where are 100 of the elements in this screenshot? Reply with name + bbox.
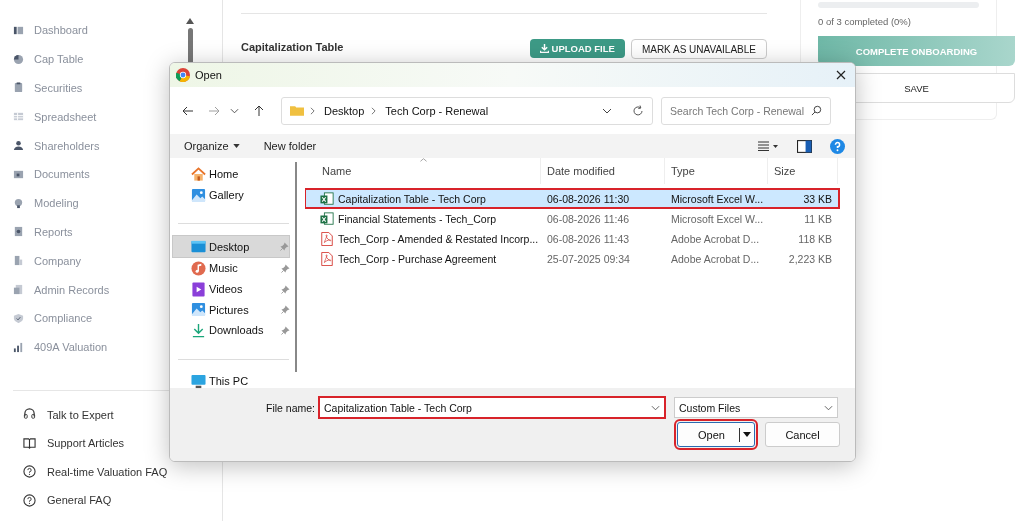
- pin-icon[interactable]: [281, 325, 290, 335]
- file-row[interactable]: Financial Statements - Tech_Corp 06-08-2026 11:46 Microsoft Excel W... 11 KB: [305, 209, 839, 228]
- close-icon[interactable]: [836, 70, 846, 80]
- file-type: Microsoft Excel W...: [671, 212, 764, 225]
- file-name: Capitalization Table - Tech Corp: [338, 192, 486, 205]
- view-list-icon[interactable]: [757, 141, 779, 151]
- file-size: 2,223 KB: [788, 252, 832, 265]
- pin-icon[interactable]: [281, 263, 290, 273]
- date-modified: 25-07-2025 09:34: [547, 252, 630, 265]
- search-icon: [811, 104, 822, 116]
- help-icon[interactable]: [830, 138, 845, 154]
- lightbulb-icon: [13, 197, 24, 209]
- date-modified: 06-08-2026 11:43: [547, 232, 630, 245]
- help-link[interactable]: Real-time Valuation FAQ: [23, 457, 212, 487]
- address-bar[interactable]: Desktop Tech Corp - Renewal: [281, 96, 653, 125]
- chevron-down-icon[interactable]: [602, 107, 612, 114]
- monitor-icon: [191, 373, 206, 389]
- chevron-right-icon: [310, 106, 315, 115]
- cancel-button[interactable]: Cancel: [765, 422, 840, 447]
- grid-icon: [13, 111, 24, 123]
- pdf-file-icon: [320, 251, 334, 266]
- report-icon: [13, 226, 24, 238]
- file-type: Adobe Acrobat D...: [671, 232, 760, 245]
- file-type-dropdown[interactable]: Custom Files: [674, 397, 839, 418]
- spreadsheet-icon: [320, 191, 334, 206]
- home-icon: [191, 166, 206, 182]
- pin-icon[interactable]: [281, 305, 290, 315]
- music-note-icon: [191, 260, 206, 276]
- refresh-icon[interactable]: [632, 104, 644, 117]
- navigation-item[interactable]: Music: [170, 258, 290, 279]
- spreadsheet-icon: [320, 211, 334, 226]
- file-name-label: File name:: [266, 401, 316, 414]
- shield-icon: [13, 312, 24, 324]
- column-header[interactable]: Type: [665, 158, 768, 184]
- file-type: Microsoft Excel W...: [671, 192, 764, 205]
- outline-button[interactable]: MARK AS UNAVAILABLE: [630, 39, 767, 59]
- question-icon: [23, 493, 36, 507]
- navigation-item[interactable]: Pictures: [170, 299, 290, 321]
- forward-arrow-icon[interactable]: [208, 104, 220, 117]
- back-arrow-icon[interactable]: [182, 104, 194, 117]
- dialog-title: Open: [195, 69, 223, 81]
- progress-status: 0 of 3 completed (0%): [818, 16, 912, 27]
- file-type: Adobe Acrobat D...: [671, 252, 760, 265]
- up-arrow-icon[interactable]: [253, 104, 265, 117]
- file-size: 118 KB: [798, 232, 832, 245]
- date-modified: 06-08-2026 11:46: [547, 212, 630, 225]
- chevron-right-icon: [371, 106, 377, 115]
- document-icon: [13, 284, 24, 296]
- help-link[interactable]: General FAQ: [23, 486, 212, 515]
- headset-icon: [23, 408, 36, 422]
- navigation-item[interactable]: Videos: [170, 278, 290, 300]
- pin-icon[interactable]: [281, 284, 290, 294]
- breadcrumb-item[interactable]: Desktop: [324, 104, 365, 117]
- landscape-icon: [191, 302, 206, 318]
- breadcrumb-item[interactable]: Tech Corp - Renewal: [385, 104, 489, 117]
- help-link[interactable]: Support Articles: [23, 429, 212, 458]
- download-icon: [191, 322, 206, 338]
- caret-icon: [743, 432, 751, 437]
- desktop-icon: [191, 239, 206, 255]
- search-field[interactable]: Search Tech Corp - Renewal: [661, 96, 831, 125]
- file-name-field[interactable]: Capitalization Table - Tech Corp: [319, 397, 666, 418]
- preview-pane-icon[interactable]: [797, 138, 812, 154]
- sort-caret-icon: [420, 158, 427, 162]
- video-icon: [191, 281, 206, 297]
- question-icon: [23, 465, 36, 479]
- dashboard-icon: [13, 24, 24, 36]
- navigation-item[interactable]: Gallery: [170, 184, 290, 206]
- bar-chart-icon: [13, 341, 24, 353]
- column-header[interactable]: Size: [768, 158, 838, 184]
- building-icon: [13, 255, 24, 267]
- navigation-item[interactable]: This PC: [170, 370, 290, 392]
- navigation-item[interactable]: Home: [170, 164, 290, 185]
- toolbar-button[interactable]: Organize: [176, 138, 248, 154]
- section-title: Capitalization Table: [241, 41, 344, 53]
- landscape-icon: [191, 187, 206, 203]
- file-size: 11 KB: [804, 212, 832, 225]
- navigation-item[interactable]: Downloads: [170, 320, 290, 341]
- help-link[interactable]: Talk to Expert: [23, 400, 212, 430]
- file-name: Tech_Corp - Amended & Restated Incorp...: [338, 232, 539, 245]
- file-name: Financial Statements - Tech_Corp: [338, 212, 496, 225]
- book-icon: [23, 436, 36, 450]
- scroll-up-arrow-icon[interactable]: [186, 18, 194, 24]
- column-header[interactable]: Date modified: [541, 158, 665, 184]
- clipboard-icon: [13, 82, 24, 94]
- navigation-item[interactable]: Desktop: [172, 235, 290, 259]
- open-button[interactable]: Open: [677, 422, 755, 447]
- browser-logo-icon: [176, 68, 190, 82]
- toolbar-button[interactable]: New folder: [255, 138, 325, 154]
- file-row[interactable]: Tech_Corp - Amended & Restated Incorp... 06-08-2026 11:43 Adobe Acrobat D... 118 KB: [305, 229, 839, 248]
- file-row[interactable]: Tech_Corp - Purchase Agreement 25-07-2025 09:34 Adobe Acrobat D... 2,223 KB: [305, 249, 839, 268]
- column-header[interactable]: Name: [305, 158, 541, 184]
- file-row[interactable]: Capitalization Table - Tech Corp 06-08-2026 11:30 Microsoft Excel W... 33 KB: [305, 189, 839, 208]
- pie-chart-icon: [13, 53, 24, 65]
- date-modified: 06-08-2026 11:30: [547, 192, 630, 205]
- caret-icon: [232, 144, 240, 148]
- chevron-down-icon: [824, 404, 834, 411]
- file-size: 33 KB: [803, 192, 832, 205]
- file-name: Tech_Corp - Purchase Agreement: [338, 252, 497, 265]
- person-icon: [13, 140, 24, 152]
- download-icon: [539, 44, 549, 53]
